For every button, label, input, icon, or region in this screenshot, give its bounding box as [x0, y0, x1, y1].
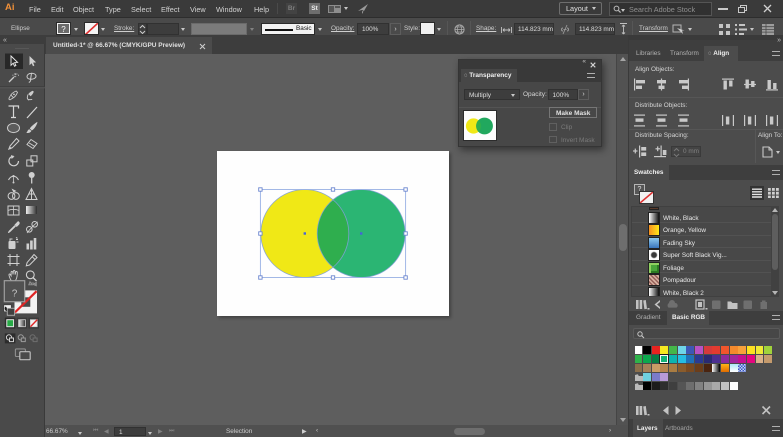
svg-text:?: ? [12, 289, 18, 300]
